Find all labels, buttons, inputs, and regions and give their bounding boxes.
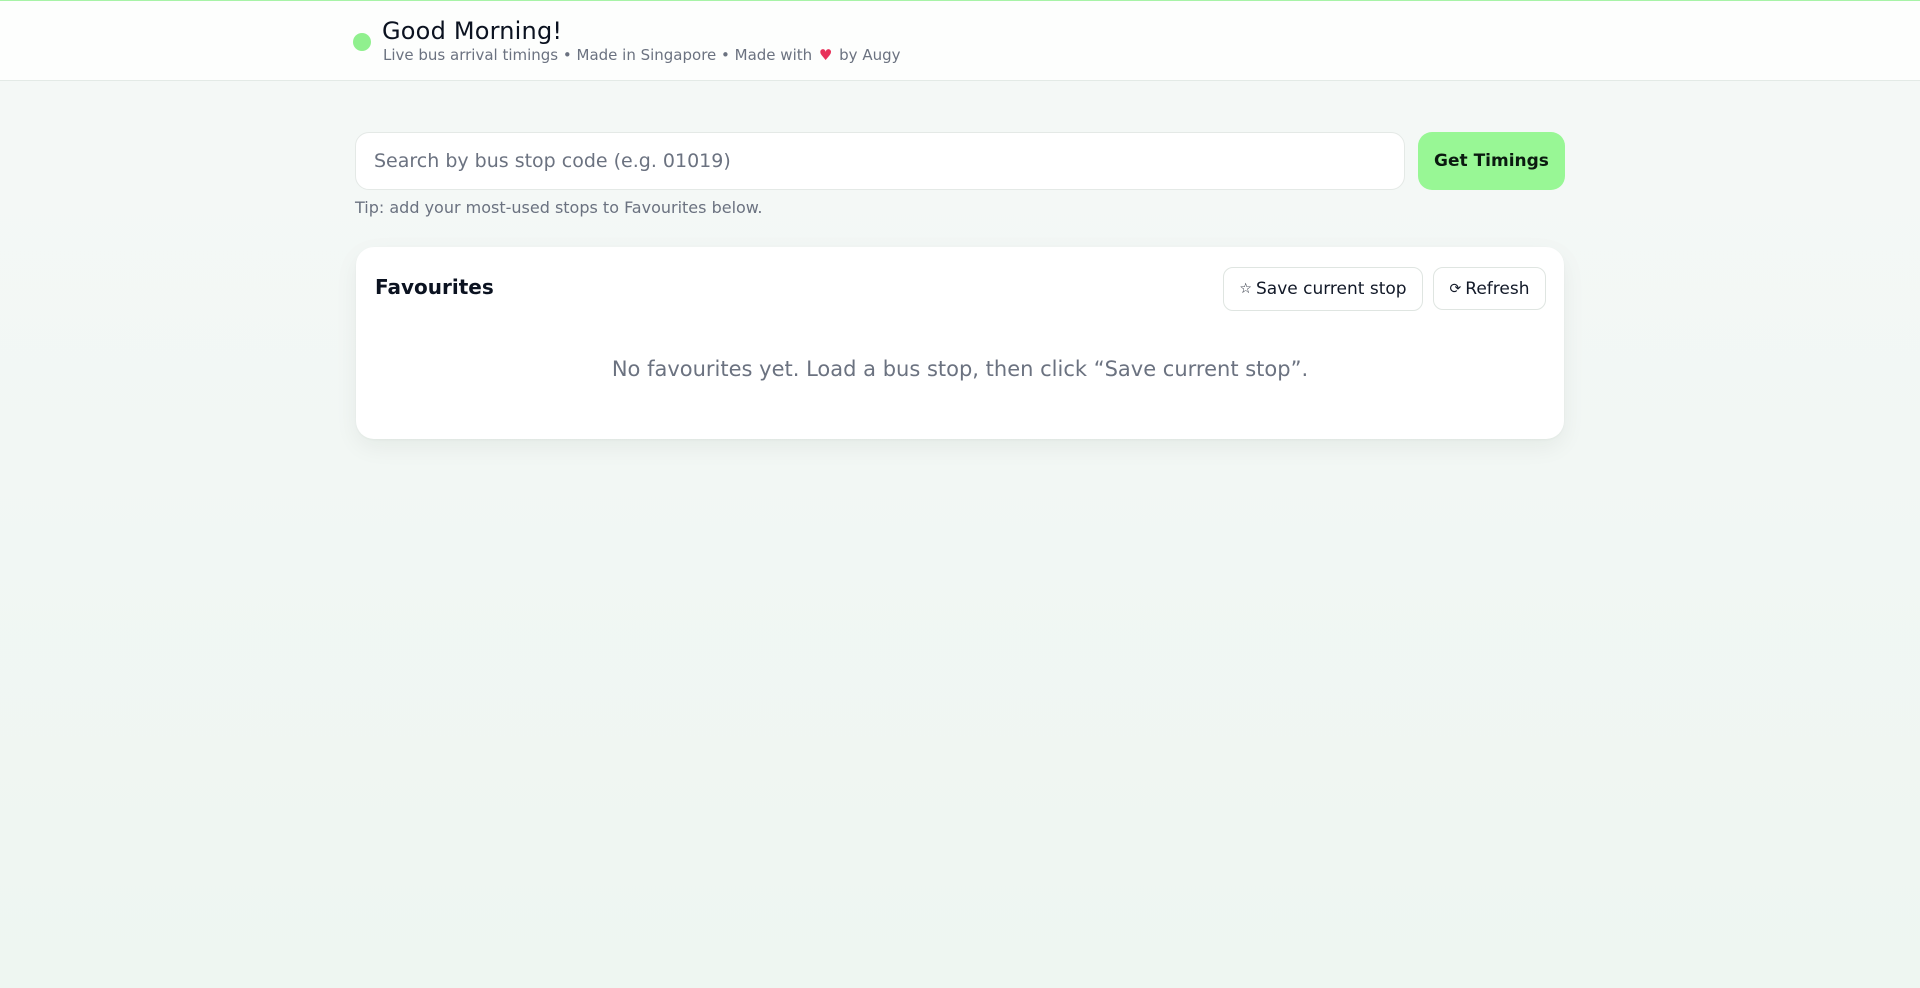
favourites-card: Favourites ☆ Save current stop ⟳ Refresh… [356,247,1564,439]
subtitle-prefix: Live bus arrival timings • Made in Singa… [383,46,813,64]
app-header: Good Morning! Live bus arrival timings •… [0,1,1920,81]
refresh-button[interactable]: ⟳ Refresh [1433,267,1546,310]
save-current-stop-label: Save current stop [1255,279,1407,299]
status-dot-icon [353,33,371,51]
page-title: Good Morning! [382,17,563,45]
star-icon: ☆ [1239,281,1252,297]
favourites-empty-message: No favourites yet. Load a bus stop, then… [611,357,1309,381]
favourites-title: Favourites [375,275,494,299]
refresh-label: Refresh [1465,278,1530,299]
search-tip: Tip: add your most-used stops to Favouri… [355,198,763,217]
get-timings-button[interactable]: Get Timings [1418,132,1565,190]
subtitle-suffix: by Augy [839,46,901,64]
refresh-icon: ⟳ [1449,280,1462,297]
app-subtitle: Live bus arrival timings • Made in Singa… [383,46,901,64]
save-current-stop-button[interactable]: ☆ Save current stop [1223,267,1423,311]
bus-stop-search-input[interactable] [355,132,1405,190]
heart-icon: ♥ [818,46,833,64]
